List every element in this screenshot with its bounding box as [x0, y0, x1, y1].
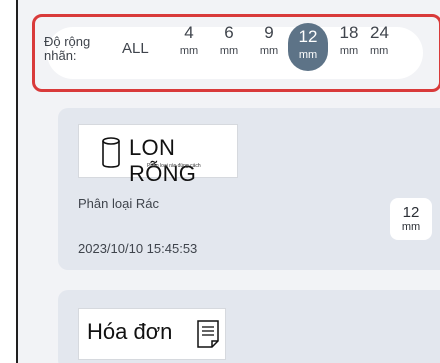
width-option-value: 9	[264, 23, 274, 42]
label-preview-title: Hóa đơn	[87, 319, 173, 344]
label-preview: LON RỖNG Phân loại rác đúng cách	[78, 124, 238, 186]
width-option-value: 24	[370, 23, 389, 42]
card-category: Phân loại Rác	[78, 196, 159, 211]
width-option-12mm[interactable]: 12 mm	[288, 23, 328, 71]
width-option-unit: mm	[370, 45, 388, 57]
label-card[interactable]: LON RỖNG Phân loại rác đúng cách Phân lo…	[58, 108, 440, 270]
width-filter-label: Độ rộng nhãn:	[44, 35, 90, 63]
label-card[interactable]: Hóa đơn	[58, 290, 440, 363]
tape-size-badge: 12 mm	[390, 198, 432, 240]
phone-screen: Độ rộng nhãn: ALL 4 mm 6 mm 9 mm 12 mm 1…	[16, 0, 440, 363]
width-option-value: 12	[298, 27, 318, 46]
width-option-4mm[interactable]: 4 mm	[172, 23, 206, 63]
card-datetime: 2023/10/10 15:45:53	[78, 241, 198, 256]
width-filter-label-line1: Độ rộng	[44, 34, 91, 49]
width-option-unit: mm	[179, 45, 199, 57]
width-option-unit: mm	[259, 45, 279, 57]
width-option-6mm[interactable]: 6 mm	[212, 23, 246, 63]
label-preview: Hóa đơn	[78, 308, 226, 360]
width-option-value: 18	[339, 23, 359, 42]
width-option-value: 6	[224, 23, 234, 42]
tape-size-value: 12	[402, 204, 420, 221]
width-option-9mm[interactable]: 9 mm	[252, 23, 286, 63]
width-option-24mm[interactable]: 24 mm	[370, 23, 404, 63]
label-preview-title: LON RỖNG	[129, 135, 197, 186]
width-option-unit: mm	[219, 45, 239, 57]
width-option-unit: mm	[298, 49, 318, 61]
width-filter-label-line2: nhãn:	[44, 48, 77, 63]
can-icon	[102, 137, 120, 168]
width-option-value: 4	[184, 23, 194, 42]
label-preview-subtitle: Phân loại rác đúng cách	[147, 163, 201, 169]
width-option-all[interactable]: ALL	[122, 40, 149, 57]
tape-size-unit: mm	[401, 221, 421, 233]
width-option-unit: mm	[339, 45, 359, 57]
width-option-18mm[interactable]: 18 mm	[332, 23, 366, 63]
receipt-icon	[197, 320, 219, 348]
